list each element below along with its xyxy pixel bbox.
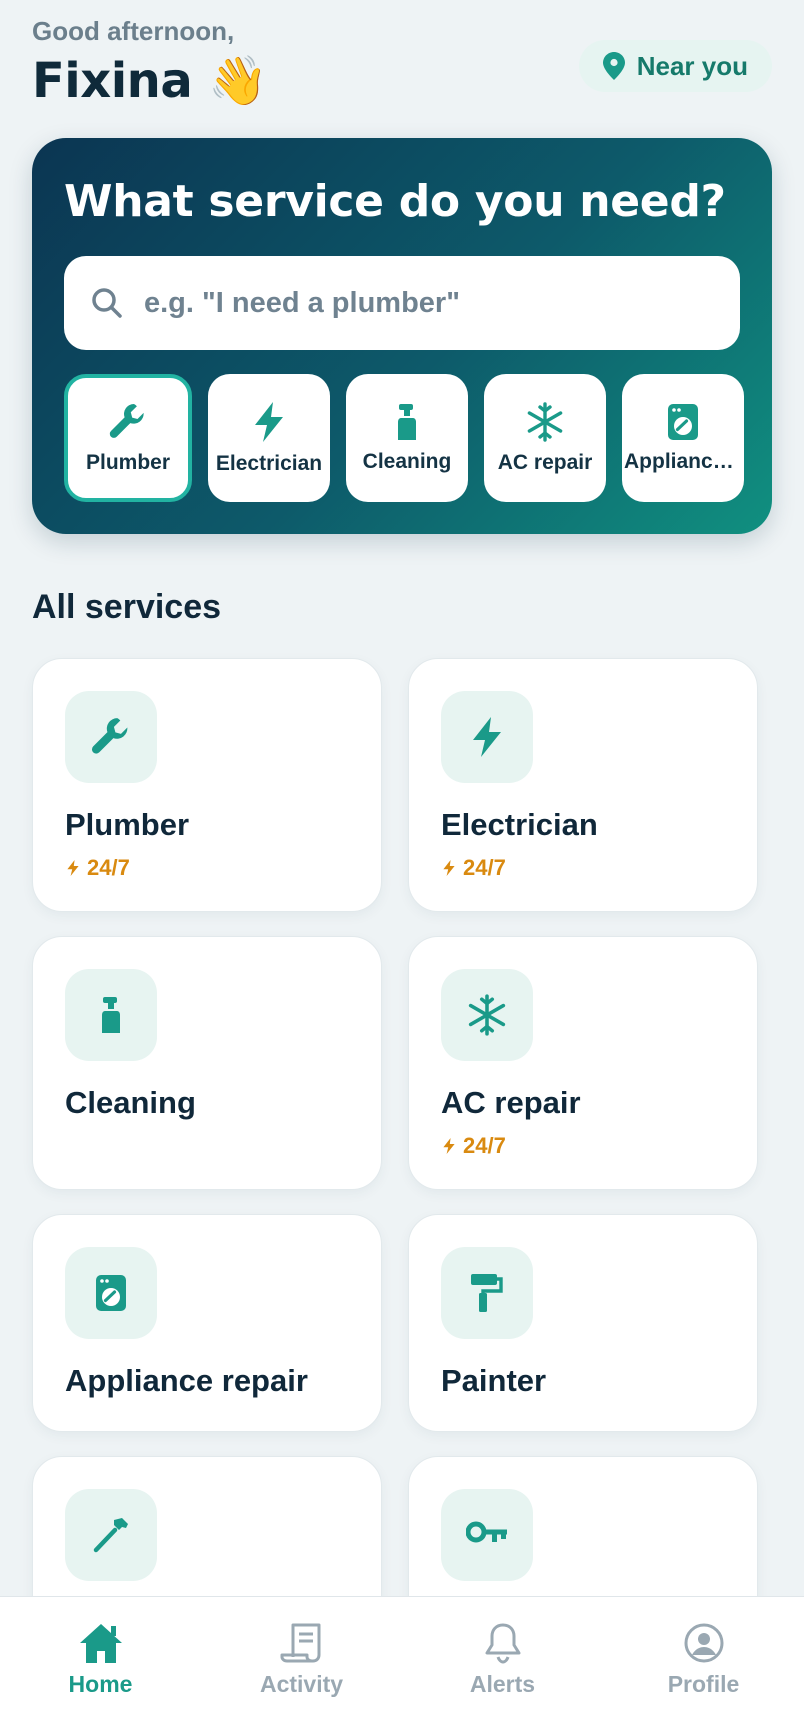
nav-activity[interactable]: Activity (201, 1597, 402, 1720)
availability-label: 24/7 (463, 1133, 506, 1158)
availability-badge: 24/7 (441, 855, 506, 881)
nav-alerts[interactable]: Alerts (402, 1597, 603, 1720)
chip-label: Plumber (85, 451, 171, 474)
location-label: Near you (636, 50, 748, 81)
service-card-appliance-repair[interactable]: Appliance repair (32, 1214, 382, 1432)
wrench-icon (107, 401, 149, 443)
availability-label: 24/7 (87, 855, 130, 880)
user-name-heading: Fixina 👋 (32, 53, 268, 109)
quick-service-chips: Plumber Electrician Cleaning AC repair A… (64, 374, 744, 502)
chip-ac-repair[interactable]: AC repair (484, 374, 606, 502)
service-name: AC repair (441, 1085, 581, 1120)
availability-label: 24/7 (463, 855, 506, 880)
chip-plumber[interactable]: Plumber (64, 374, 192, 502)
hammer-icon (65, 1489, 157, 1581)
hero-title: What service do you need? (64, 176, 726, 227)
paint-roller-icon (441, 1247, 533, 1339)
bolt-icon (441, 691, 533, 783)
location-button[interactable]: Near you (578, 40, 772, 92)
bell-icon (480, 1621, 526, 1665)
nav-label: Home (68, 1671, 133, 1697)
bolt-icon (441, 858, 457, 878)
service-search-input[interactable]: e.g. "I need a plumber" (64, 256, 740, 350)
nav-label: Alerts (469, 1671, 536, 1697)
service-search-hero: What service do you need? e.g. "I need a… (32, 138, 772, 534)
service-name: Appliance repair (65, 1363, 308, 1398)
washing-machine-icon (666, 402, 700, 442)
bolt-icon (65, 858, 81, 878)
service-card-ac-repair[interactable]: AC repair 24/7 (408, 936, 758, 1190)
service-card-electrician[interactable]: Electrician 24/7 (408, 658, 758, 912)
chip-appliance-repair[interactable]: Appliance repair (622, 374, 744, 502)
nav-profile[interactable]: Profile (603, 1597, 804, 1720)
snowflake-icon (524, 401, 566, 443)
snowflake-icon (441, 969, 533, 1061)
chip-label: Electrician (215, 452, 323, 475)
availability-badge: 24/7 (65, 855, 130, 881)
chip-label: Cleaning (362, 450, 452, 473)
service-name: Plumber (65, 807, 190, 842)
bolt-icon (441, 1136, 457, 1156)
chip-electrician[interactable]: Electrician (208, 374, 330, 502)
spray-bottle-icon (389, 402, 425, 442)
bolt-icon (249, 400, 289, 444)
nav-home[interactable]: Home (0, 1597, 201, 1720)
profile-icon (681, 1621, 727, 1665)
nav-label: Profile (667, 1671, 740, 1697)
service-name: Cleaning (65, 1085, 196, 1120)
search-placeholder: e.g. "I need a plumber" (144, 286, 460, 319)
service-card-plumber[interactable]: Plumber 24/7 (32, 658, 382, 912)
home-icon (78, 1621, 124, 1665)
service-name: Electrician (441, 807, 598, 842)
chip-cleaning[interactable]: Cleaning (346, 374, 468, 502)
service-card-cleaning[interactable]: Cleaning (32, 936, 382, 1190)
spray-bottle-icon (65, 969, 157, 1061)
bottom-navigation: Home Activity Alerts Profile (0, 1596, 804, 1720)
chip-label: AC repair (497, 451, 593, 474)
availability-badge: 24/7 (441, 1133, 506, 1159)
search-icon (90, 286, 124, 320)
washing-machine-icon (65, 1247, 157, 1339)
wrench-icon (65, 691, 157, 783)
greeting-text: Good afternoon, (32, 16, 235, 46)
receipt-icon (279, 1621, 325, 1665)
chip-label: Appliance repair (624, 450, 742, 473)
section-title: All services (32, 588, 222, 626)
map-pin-icon (602, 52, 625, 80)
service-name: Painter (441, 1363, 547, 1398)
service-card-painter[interactable]: Painter (408, 1214, 758, 1432)
nav-label: Activity (259, 1671, 344, 1697)
key-icon (441, 1489, 533, 1581)
